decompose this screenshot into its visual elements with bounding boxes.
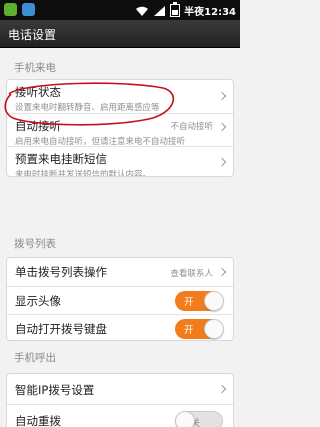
- auto-redial-toggle[interactable]: 关: [175, 411, 223, 427]
- chevron-right-icon: [217, 122, 227, 132]
- outgoing-settings-card: 智能IP拨号设置 自动重拨 关: [6, 373, 234, 427]
- toggle-knob: [204, 290, 224, 311]
- setting-label: 预置来电挂断短信: [15, 152, 107, 166]
- setting-label: 自动重拨: [15, 414, 61, 427]
- status-bar: 半夜12:34: [0, 0, 240, 20]
- chevron-right-icon: [217, 157, 227, 167]
- setting-label: 接听状态: [15, 85, 61, 99]
- battery-icon: [170, 2, 181, 17]
- setting-auto-keypad: 自动打开拨号键盘 开: [7, 314, 233, 340]
- setting-auto-redial: 自动重拨 关: [7, 404, 233, 427]
- chevron-right-icon: [217, 267, 227, 277]
- section-header-incoming: 手机来电: [14, 62, 56, 74]
- clock: 半夜12:34: [184, 7, 236, 18]
- app-notification-icon: [4, 3, 17, 16]
- setting-label: 自动接听: [15, 119, 61, 133]
- chevron-right-icon: [217, 384, 227, 394]
- section-header-dial-list: 拨号列表: [14, 238, 56, 250]
- auto-keypad-toggle[interactable]: 开: [175, 318, 224, 339]
- setting-label: 自动打开拨号键盘: [15, 322, 107, 336]
- chevron-right-icon: [217, 91, 227, 101]
- title-bar: 电话设置: [0, 20, 240, 48]
- show-avatar-toggle[interactable]: 开: [175, 290, 224, 311]
- setting-answer-state[interactable]: 接听状态 设置来电时翻转静音、启用距离感应等: [7, 80, 233, 113]
- toggle-knob: [175, 411, 195, 427]
- signal-icon: [153, 5, 166, 17]
- setting-show-avatar: 显示头像 开: [7, 286, 233, 314]
- notification-icons: [4, 3, 35, 16]
- section-header-outgoing: 手机呼出: [14, 352, 56, 364]
- wifi-icon: [135, 5, 149, 17]
- incoming-settings-card: 接听状态 设置来电时翻转静音、启用距离感应等 自动接听 不自动接听 启用来电自动…: [6, 79, 234, 177]
- setting-label: 显示头像: [15, 294, 61, 308]
- setting-label: 智能IP拨号设置: [15, 383, 95, 397]
- setting-value: 查看联系人: [170, 269, 213, 279]
- page-title: 电话设置: [8, 28, 57, 42]
- setting-single-tap[interactable]: 单击拨号列表操作 查看联系人: [7, 258, 233, 286]
- setting-auto-answer[interactable]: 自动接听 不自动接听 启用来电自动接听，但请注意来电不自动接听: [7, 113, 233, 147]
- setting-subtitle: 来电时挂断并发送短信的默认内容。: [15, 170, 152, 177]
- app-notification-icon: [22, 3, 35, 16]
- setting-label: 单击拨号列表操作: [15, 265, 107, 279]
- setting-value: 不自动接听: [170, 122, 213, 132]
- toggle-knob: [204, 318, 224, 339]
- dial-settings-card: 单击拨号列表操作 查看联系人 显示头像 开 自动打开拨号键盘 开: [6, 257, 234, 341]
- setting-sms-reject[interactable]: 预置来电挂断短信 来电时挂断并发送短信的默认内容。: [7, 146, 233, 177]
- setting-subtitle: 设置来电时翻转静音、启用距离感应等: [15, 103, 160, 113]
- setting-ip-dial[interactable]: 智能IP拨号设置: [7, 374, 233, 404]
